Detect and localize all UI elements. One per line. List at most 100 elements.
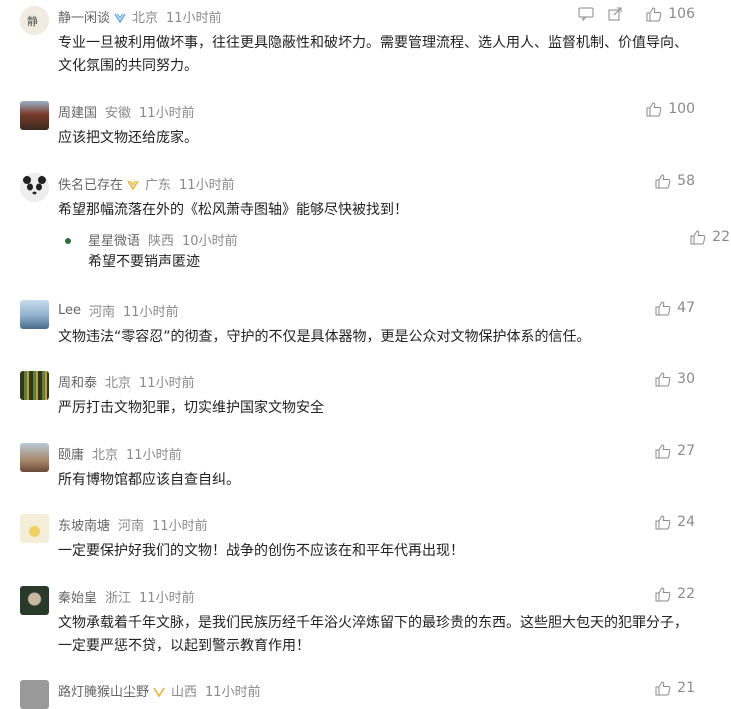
user-location: 山西 [171, 685, 198, 700]
user-name[interactable]: 秦始皇 [58, 587, 97, 606]
comment-actions: 106 [578, 6, 695, 22]
verified-badge-icon [127, 179, 139, 191]
comment-actions: 22 [655, 586, 695, 602]
comment-text: 一定要保护好我们的文物！战争的创伤不应该在和平年代再出现！ [58, 543, 464, 559]
user-location: 北京 [105, 376, 132, 391]
avatar[interactable] [20, 443, 49, 472]
reply-text: 希望不要销声匿迹 [88, 254, 200, 270]
like-count: 21 [677, 680, 695, 696]
user-location: 陕西 [148, 234, 175, 249]
user-name[interactable]: 颐庸 [58, 444, 84, 463]
like-button[interactable]: 58 [655, 173, 695, 189]
user-name[interactable]: 东坡南塘 [58, 515, 110, 534]
like-count: 58 [677, 173, 695, 189]
thumbs-up-icon [655, 680, 671, 696]
comment-meta: 周和泰 北京 11小时前 [58, 372, 195, 391]
thumbs-up-icon [655, 586, 671, 602]
avatar[interactable] [58, 231, 78, 251]
thumbs-up-icon [646, 6, 662, 22]
comment-text: 希望那幅流落在外的《松风萧寺图轴》能够尽快被找到！ [58, 202, 408, 218]
user-name[interactable]: Lee [58, 303, 81, 318]
comment-time: 11小时前 [123, 305, 179, 320]
user-location: 安徽 [105, 106, 132, 121]
thumbs-up-icon [655, 371, 671, 387]
comment-time: 11小时前 [205, 685, 261, 700]
avatar[interactable] [20, 586, 49, 615]
user-name[interactable]: 周和泰 [58, 372, 97, 391]
like-button[interactable]: 100 [646, 101, 695, 117]
comment-meta: 佚名已存在 广东 11小时前 [58, 174, 235, 193]
comment-actions: 30 [655, 371, 695, 387]
comment-text: 文物违法“零容忍”的彻查，守护的不仅是具体器物，更是公众对文物保护体系的信任。 [58, 329, 591, 345]
like-count: 27 [677, 443, 695, 459]
comment-text: 应该把文物还给庞家。 [58, 130, 198, 146]
thumbs-up-icon [655, 514, 671, 530]
verified-badge-icon [114, 12, 126, 24]
thumbs-up-icon [690, 229, 706, 245]
verified-badge-icon [153, 686, 165, 698]
user-location: 北京 [132, 11, 159, 26]
comment-meta: 秦始皇 浙江 11小时前 [58, 587, 195, 606]
svg-text:静: 静 [27, 14, 38, 28]
like-button[interactable]: 47 [655, 300, 695, 316]
avatar[interactable]: 静 [20, 6, 49, 35]
thumbs-up-icon [655, 300, 671, 316]
avatar[interactable] [20, 371, 49, 400]
like-button[interactable]: 22 [655, 586, 695, 602]
comment-actions: 24 [655, 514, 695, 530]
like-count: 100 [668, 101, 695, 117]
comment-actions: 27 [655, 443, 695, 459]
comment-time: 11小时前 [139, 106, 195, 121]
like-count: 106 [668, 6, 695, 22]
like-button[interactable]: 21 [655, 680, 695, 696]
comment-time: 11小时前 [139, 591, 195, 606]
comment-meta: 东坡南塘 河南 11小时前 [58, 515, 208, 534]
avatar[interactable] [20, 173, 49, 202]
comment-meta: Lee 河南 11小时前 [58, 301, 179, 320]
comment-time: 11小时前 [179, 178, 235, 193]
thumbs-up-icon [655, 443, 671, 459]
comment-time: 11小时前 [166, 11, 222, 26]
comment-actions: 47 [655, 300, 695, 316]
user-location: 广东 [145, 178, 172, 193]
reply-actions: 22 [690, 229, 730, 245]
user-name[interactable]: 静一闲谈 [58, 7, 110, 26]
comment-text: 专业一旦被利用做坏事，往往更具隐蔽性和破坏力。需要管理流程、选人用人、监督机制、… [58, 35, 688, 74]
reply-icon[interactable] [578, 7, 594, 21]
comment-meta: 路灯腌猴山尘野 山西 11小时前 [58, 681, 261, 700]
user-location: 北京 [92, 448, 119, 463]
avatar[interactable] [20, 514, 49, 543]
comment-actions: 58 [655, 173, 695, 189]
like-count: 30 [677, 371, 695, 387]
comment-meta: 静一闲谈 北京 11小时前 [58, 7, 222, 26]
like-count: 22 [677, 586, 695, 602]
user-location: 河南 [89, 305, 116, 320]
comment-meta: 颐庸 北京 11小时前 [58, 444, 182, 463]
user-name[interactable]: 周建国 [58, 102, 97, 121]
avatar[interactable] [20, 300, 49, 329]
like-button[interactable]: 27 [655, 443, 695, 459]
comment-actions: 100 [646, 101, 695, 117]
avatar[interactable] [20, 680, 49, 709]
comment-text: 严厉打击文物犯罪，切实维护国家文物安全 [58, 400, 324, 416]
like-count: 24 [677, 514, 695, 530]
like-count: 22 [712, 229, 730, 245]
user-name[interactable]: 星星微语 [88, 230, 140, 249]
comment-actions: 21 [655, 680, 695, 696]
user-name[interactable]: 佚名已存在 [58, 174, 123, 193]
comment-time: 11小时前 [126, 448, 182, 463]
user-location: 浙江 [105, 591, 132, 606]
user-name[interactable]: 路灯腌猴山尘野 [58, 681, 149, 700]
like-button[interactable]: 22 [690, 229, 730, 245]
like-button[interactable]: 30 [655, 371, 695, 387]
avatar[interactable] [20, 101, 49, 130]
user-location: 河南 [118, 519, 145, 534]
share-icon[interactable] [608, 7, 622, 21]
thumbs-up-icon [655, 173, 671, 189]
like-button[interactable]: 106 [646, 6, 695, 22]
comment-time: 11小时前 [139, 376, 195, 391]
like-count: 47 [677, 300, 695, 316]
like-button[interactable]: 24 [655, 514, 695, 530]
comment-text: 所有博物馆都应该自查自纠。 [58, 472, 240, 488]
comment-time: 10小时前 [182, 234, 238, 249]
